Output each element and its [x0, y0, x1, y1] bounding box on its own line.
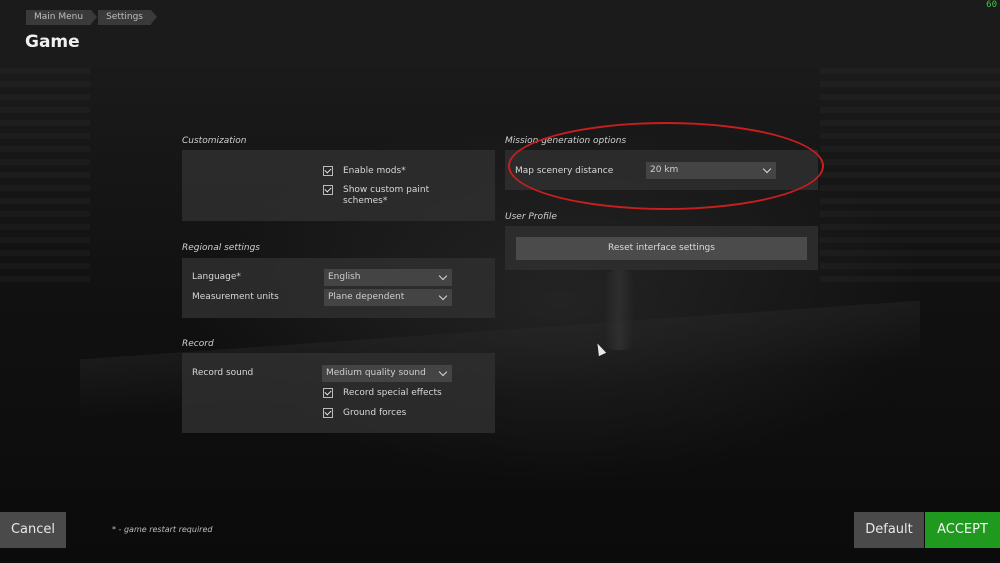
customization-title: Customization: [182, 136, 247, 146]
accept-button[interactable]: ACCEPT: [925, 512, 1000, 548]
user-profile-panel: Reset interface settings: [505, 226, 818, 270]
background-hangar-door-left: [0, 68, 90, 288]
check-icon: [324, 388, 332, 396]
reset-interface-settings-button[interactable]: Reset interface settings: [516, 237, 807, 260]
ground-forces-checkbox[interactable]: [323, 408, 333, 418]
cancel-button[interactable]: Cancel: [0, 512, 66, 548]
chevron-down-icon: [438, 291, 448, 301]
record-title: Record: [182, 339, 214, 349]
custom-paint-label-line1: Show custom paint: [343, 185, 430, 195]
enable-mods-label: Enable mods*: [343, 166, 406, 176]
regional-settings-panel: Language* English Measurement units Plan…: [182, 258, 495, 318]
default-button[interactable]: Default: [854, 512, 924, 548]
ground-forces-label: Ground forces: [343, 408, 407, 418]
enable-mods-checkbox[interactable]: [323, 166, 333, 176]
breadcrumb-settings[interactable]: Settings: [98, 10, 157, 25]
language-label: Language*: [192, 272, 241, 282]
fps-counter: 60: [986, 0, 997, 10]
highlight-ellipse: [508, 122, 824, 210]
settings-screen: Main Menu Settings Game 60 Customization…: [0, 0, 1000, 563]
record-sound-label: Record sound: [192, 368, 254, 378]
background-hangar-door: [820, 68, 1000, 288]
measurement-units-value: Plane dependent: [328, 292, 405, 302]
regional-settings-title: Regional settings: [182, 243, 260, 253]
record-special-effects-label: Record special effects: [343, 388, 442, 398]
chevron-down-icon: [438, 367, 448, 377]
language-value: English: [328, 272, 361, 282]
chevron-down-icon: [438, 271, 448, 281]
check-icon: [324, 166, 332, 174]
breadcrumb: Main Menu Settings: [26, 10, 158, 25]
check-icon: [324, 185, 332, 193]
user-profile-title: User Profile: [505, 212, 557, 222]
top-bar: Main Menu Settings Game: [0, 0, 1000, 68]
record-sound-value: Medium quality sound: [326, 368, 426, 378]
record-panel: Record sound Medium quality sound Record…: [182, 353, 495, 433]
customization-panel: Enable mods* Show custom paint schemes*: [182, 150, 495, 221]
custom-paint-checkbox[interactable]: [323, 185, 333, 195]
custom-paint-label-line2: schemes*: [343, 196, 388, 206]
record-special-effects-checkbox[interactable]: [323, 388, 333, 398]
breadcrumb-main-menu[interactable]: Main Menu: [26, 10, 98, 25]
page-title: Game: [25, 32, 80, 52]
measurement-units-label: Measurement units: [192, 292, 279, 302]
measurement-units-dropdown[interactable]: Plane dependent: [324, 289, 452, 306]
check-icon: [324, 408, 332, 416]
language-dropdown[interactable]: English: [324, 269, 452, 286]
background-landing-gear: [605, 270, 633, 350]
record-sound-dropdown[interactable]: Medium quality sound: [322, 365, 452, 382]
custom-paint-label: Show custom paint schemes*: [343, 185, 429, 207]
restart-required-note: * - game restart required: [112, 525, 213, 534]
